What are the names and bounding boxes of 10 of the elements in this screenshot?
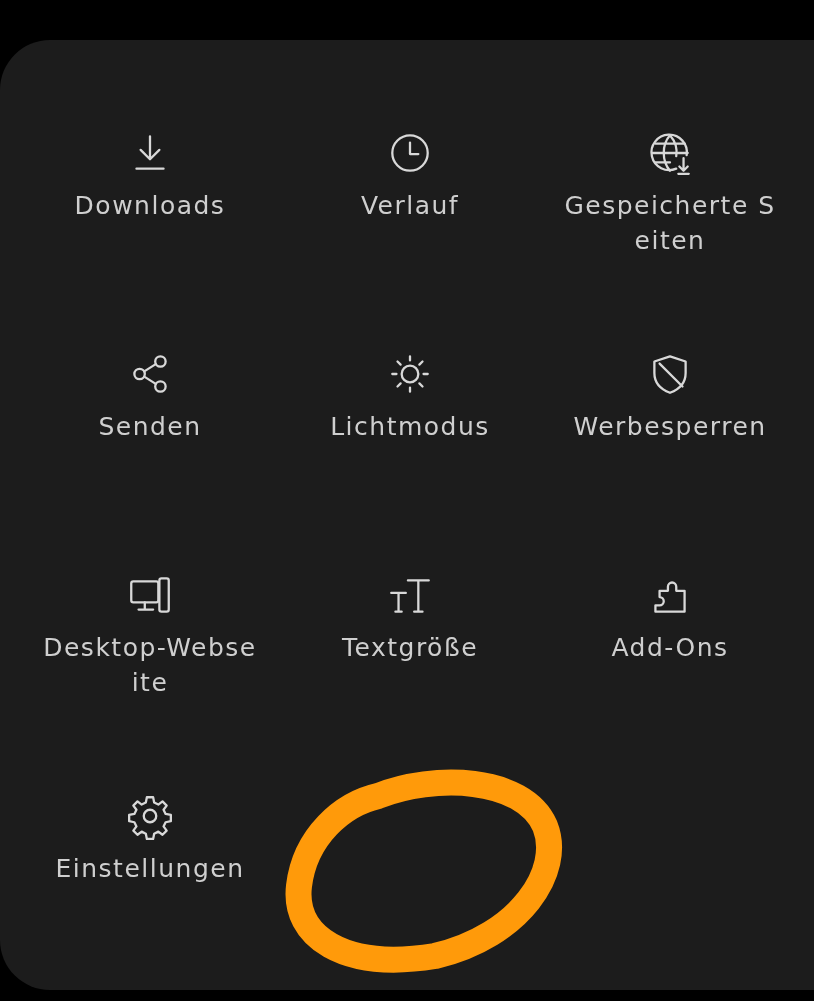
menu-item[interactable]: Add-Ons: [560, 570, 780, 665]
menu-item[interactable]: Werbesperren: [560, 349, 780, 444]
menu-item[interactable]: Verlauf: [300, 128, 520, 223]
menu-item[interactable]: Textgröße: [300, 570, 520, 665]
menu-item[interactable]: Lichtmodus: [300, 349, 520, 444]
menu-item[interactable]: Senden: [40, 349, 260, 444]
menu-item[interactable]: Einstellungen: [40, 791, 260, 886]
menu-item[interactable]: Gespeicherte Seiten: [560, 128, 780, 258]
menu-item[interactable]: Desktop-Webseite: [40, 570, 260, 700]
menu-item[interactable]: Downloads: [40, 128, 260, 223]
